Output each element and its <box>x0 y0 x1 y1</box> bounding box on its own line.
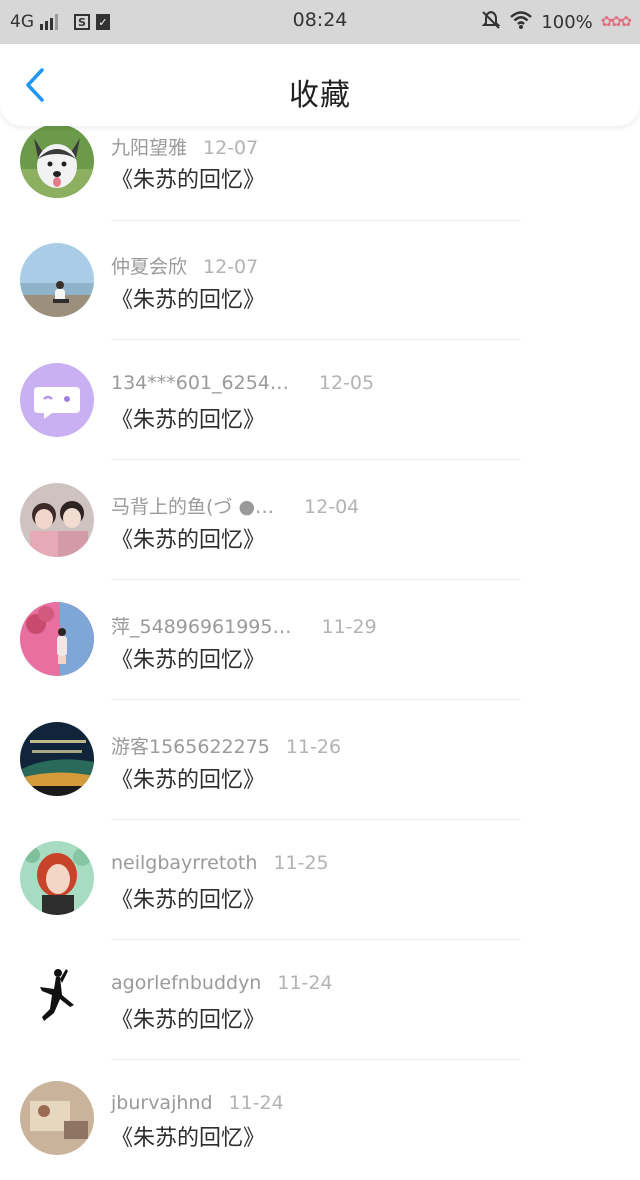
book-title[interactable]: 《朱苏的回忆》 <box>111 642 265 674</box>
avatar[interactable] <box>20 363 94 437</box>
page-title: 收藏 <box>289 78 351 113</box>
book-title[interactable]: 《朱苏的回忆》 <box>111 522 265 554</box>
avatar[interactable] <box>20 243 94 317</box>
status-bar: 4G S ✓ 08:24 100% ✿✿✿ <box>0 0 640 44</box>
list-item[interactable]: jburvajhnd 11-24 《朱苏的回忆》 <box>0 1060 640 1180</box>
book-title[interactable]: 《朱苏的回忆》 <box>111 282 265 314</box>
favorite-date: 11-29 <box>321 616 377 638</box>
avatar[interactable] <box>20 1081 94 1155</box>
favorite-date: 12-05 <box>318 372 375 394</box>
list-item[interactable]: agorlefnbuddyn 11-24 《朱苏的回忆》 <box>0 940 640 1060</box>
book-title[interactable]: 《朱苏的回忆》 <box>111 1120 265 1152</box>
avatar[interactable] <box>20 483 94 557</box>
avatar[interactable] <box>20 124 94 198</box>
user-name: 马背上的鱼(づ ●… <box>111 496 275 518</box>
favorite-date: 11-25 <box>273 852 329 874</box>
user-name: 游客1565622275 <box>111 736 270 758</box>
user-name: 九阳望雅 <box>111 137 188 159</box>
avatar[interactable] <box>20 841 94 915</box>
favorite-date: 12-07 <box>203 256 259 278</box>
user-name: agorlefnbuddyn <box>111 972 262 994</box>
user-name: 仲夏会欣 <box>111 256 188 278</box>
list-item[interactable]: 134***601_6254… 12-05 《朱苏的回忆》 <box>0 340 640 460</box>
favorite-date: 11-26 <box>285 736 342 758</box>
book-title[interactable]: 《朱苏的回忆》 <box>111 1002 265 1034</box>
clock: 08:24 <box>292 9 348 31</box>
book-title[interactable]: 《朱苏的回忆》 <box>111 162 265 194</box>
user-name: neilgbayrretoth <box>111 852 258 874</box>
avatar[interactable] <box>20 961 94 1035</box>
list-item[interactable]: 萍_54896961995… 11-29 《朱苏的回忆》 <box>0 580 640 700</box>
list-item[interactable]: 游客1565622275 11-26 《朱苏的回忆》 <box>0 700 640 820</box>
book-title[interactable]: 《朱苏的回忆》 <box>111 402 265 434</box>
avatar[interactable] <box>20 722 94 796</box>
user-name: jburvajhnd <box>111 1092 213 1114</box>
avatar[interactable] <box>20 602 94 676</box>
book-title[interactable]: 《朱苏的回忆》 <box>111 882 265 914</box>
book-title[interactable]: 《朱苏的回忆》 <box>111 762 265 794</box>
app-header: 收藏 <box>0 44 640 126</box>
favorite-date: 12-07 <box>203 137 259 159</box>
user-name: 134***601_6254… <box>111 372 289 394</box>
favorite-date: 12-04 <box>304 496 360 518</box>
list-item[interactable]: 仲夏会欣 12-07 《朱苏的回忆》 <box>0 220 640 340</box>
list-item[interactable]: 马背上的鱼(づ ●… 12-04 《朱苏的回忆》 <box>0 460 640 580</box>
user-name: 萍_54896961995… <box>111 616 292 638</box>
list-item[interactable]: neilgbayrretoth 11-25 《朱苏的回忆》 <box>0 820 640 940</box>
favorite-date: 11-24 <box>277 972 333 994</box>
favorite-date: 11-24 <box>228 1092 284 1114</box>
